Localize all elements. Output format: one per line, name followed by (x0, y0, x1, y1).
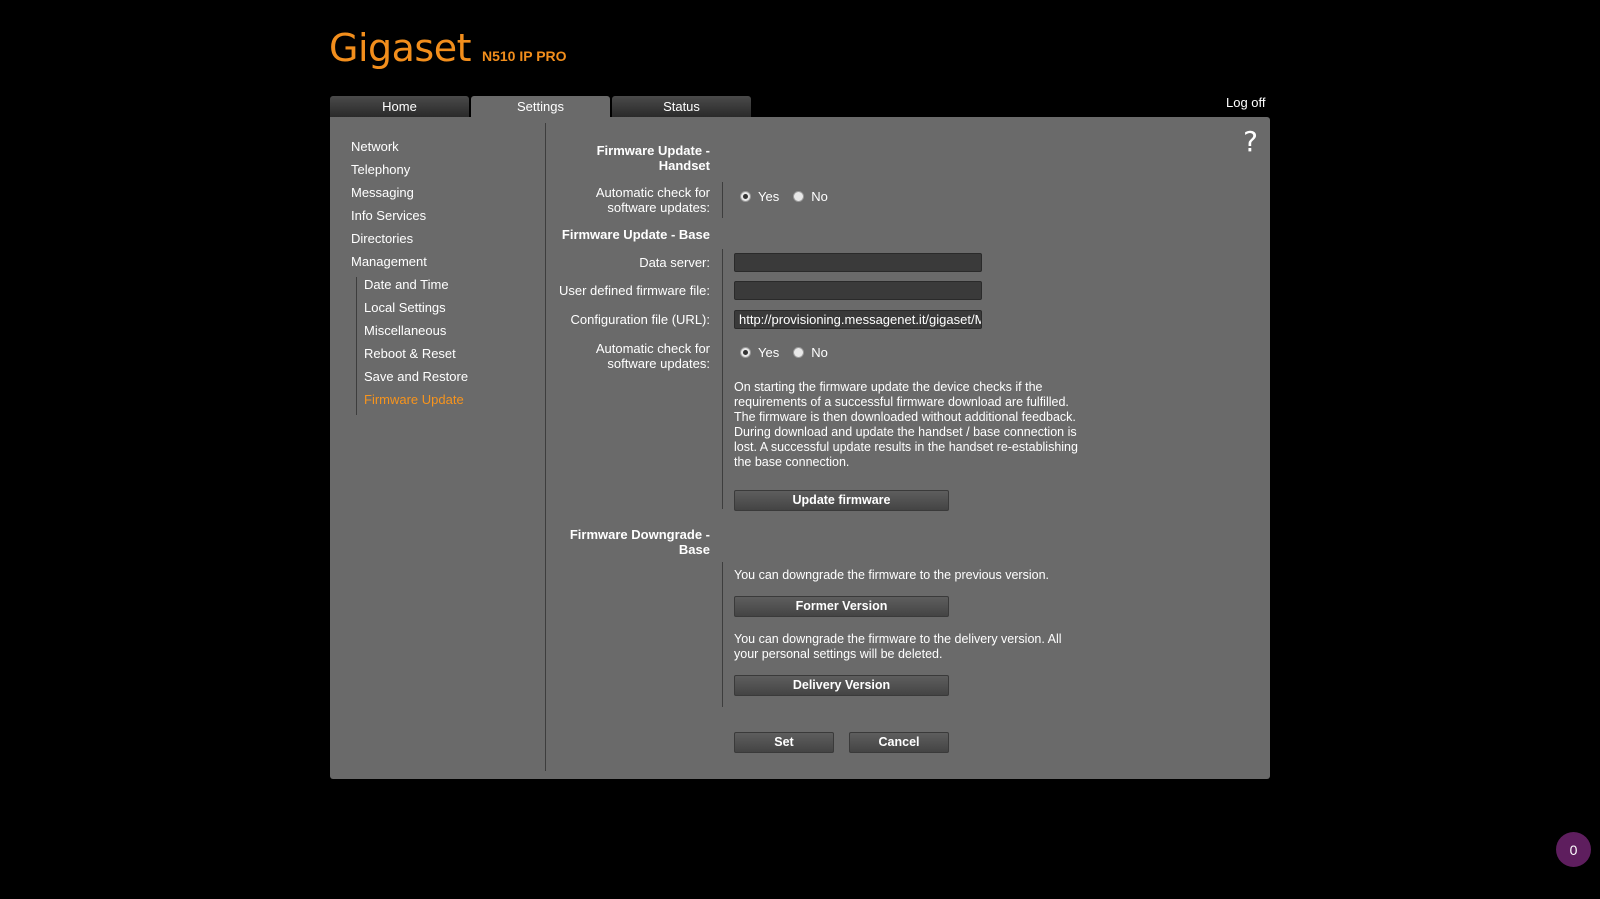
settings-panel: ? Network Telephony Messaging Info Servi… (330, 117, 1270, 779)
tab-status[interactable]: Status (612, 96, 751, 117)
handset-no-radio[interactable] (793, 191, 805, 202)
handset-auto-check-label: Automatic check for software updates: (595, 185, 710, 215)
config-file-input[interactable]: http://provisioning.messagenet.it/gigase… (734, 310, 982, 329)
base-section-title: Firmware Update - Base (561, 227, 710, 242)
config-file-label: Configuration file (URL): (570, 312, 710, 327)
base-no-label[interactable]: No (811, 345, 828, 360)
cancel-button[interactable]: Cancel (849, 732, 949, 753)
handset-no-label[interactable]: No (811, 189, 828, 204)
sidebar-item-management[interactable]: Management (351, 254, 468, 277)
help-icon[interactable]: ? (1243, 125, 1258, 158)
firmware-file-label: User defined firmware file: (559, 283, 710, 298)
downgrade-divider (722, 562, 723, 707)
former-version-text: You can downgrade the firmware to the pr… (734, 568, 1049, 582)
base-yes-radio[interactable] (740, 347, 751, 358)
sidebar-item-date-and-time[interactable]: Date and Time (364, 277, 468, 300)
tab-settings[interactable]: Settings (471, 96, 610, 118)
update-firmware-button[interactable]: Update firmware (734, 490, 949, 511)
sidebar-item-network[interactable]: Network (351, 139, 468, 162)
sidebar-item-save-restore[interactable]: Save and Restore (364, 369, 468, 392)
downgrade-section-title: Firmware Downgrade - Base (569, 527, 710, 557)
sidebar: Network Telephony Messaging Info Service… (351, 139, 468, 415)
former-version-button[interactable]: Former Version (734, 596, 949, 617)
notification-badge[interactable]: 0 (1556, 832, 1591, 867)
sidebar-item-miscellaneous[interactable]: Miscellaneous (364, 323, 468, 346)
gigaset-logo: Gigaset N510 IP PRO (329, 26, 567, 70)
handset-yes-label[interactable]: Yes (758, 189, 779, 204)
delivery-version-text: You can downgrade the firmware to the de… (734, 632, 1062, 661)
sidebar-item-directories[interactable]: Directories (351, 231, 468, 254)
data-server-input[interactable] (734, 253, 982, 272)
handset-auto-check-radios: Yes No (740, 189, 842, 204)
firmware-update-info: On starting the firmware update the devi… (734, 380, 1078, 469)
set-button[interactable]: Set (734, 732, 834, 753)
sidebar-item-firmware-update[interactable]: Firmware Update (364, 392, 468, 415)
model-name: N510 IP PRO (482, 48, 567, 64)
logoff-link[interactable]: Log off (1226, 95, 1266, 110)
base-auto-check-radios: Yes No (740, 345, 842, 360)
delivery-version-button[interactable]: Delivery Version (734, 675, 949, 696)
logo-text: Gigaset (329, 26, 472, 70)
sidebar-item-local-settings[interactable]: Local Settings (364, 300, 468, 323)
sidebar-item-messaging[interactable]: Messaging (351, 185, 468, 208)
sidebar-divider (545, 123, 546, 771)
sidebar-item-info-services[interactable]: Info Services (351, 208, 468, 231)
main-tabs: Home Settings Status (330, 96, 753, 118)
base-no-radio[interactable] (793, 347, 805, 358)
firmware-file-input[interactable] (734, 281, 982, 300)
base-auto-check-label: Automatic check for software updates: (595, 341, 710, 371)
tab-home[interactable]: Home (330, 96, 469, 117)
management-subnav: Date and Time Local Settings Miscellaneo… (356, 277, 468, 415)
base-divider (722, 249, 723, 509)
handset-divider (722, 182, 723, 218)
sidebar-item-telephony[interactable]: Telephony (351, 162, 468, 185)
handset-yes-radio[interactable] (740, 191, 751, 202)
base-yes-label[interactable]: Yes (758, 345, 779, 360)
handset-section-title: Firmware Update - Handset (596, 143, 710, 173)
data-server-label: Data server: (639, 255, 710, 270)
sidebar-item-reboot-reset[interactable]: Reboot & Reset (364, 346, 468, 369)
